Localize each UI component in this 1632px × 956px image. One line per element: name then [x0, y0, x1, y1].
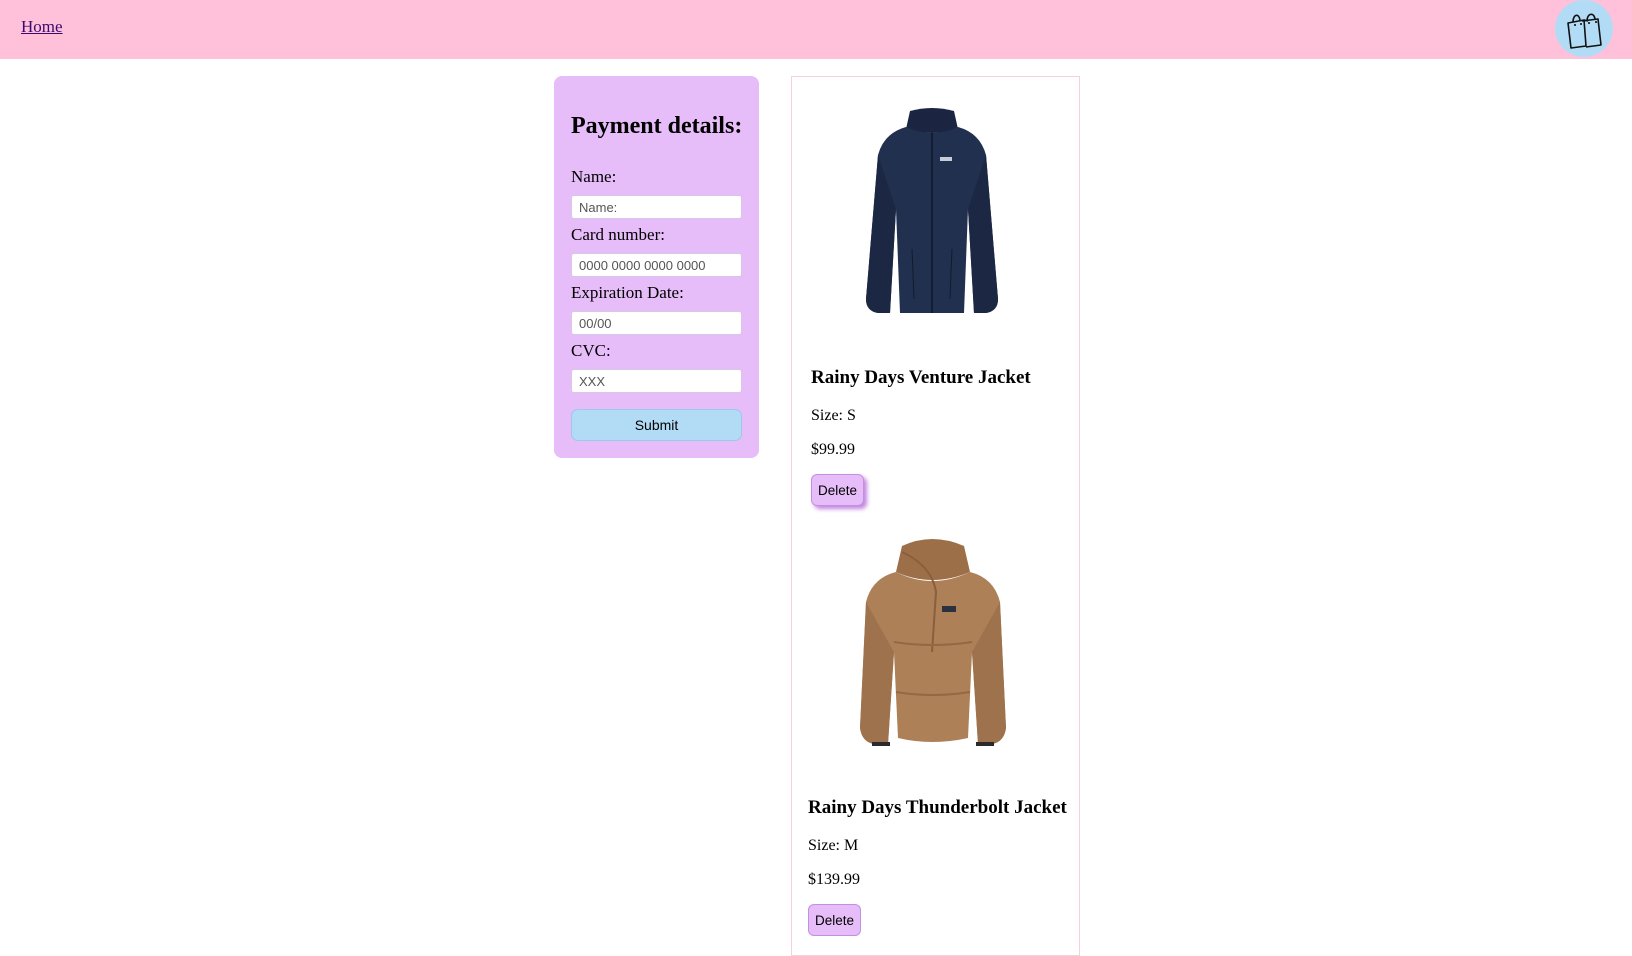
product-size: Size: M — [808, 837, 859, 854]
navy-fleece-jacket-image — [866, 108, 998, 313]
top-navigation-bar: Home — [0, 0, 1632, 59]
cart-items-list: Rainy Days Venture Jacket Size: S $99.99… — [791, 76, 1080, 956]
brown-sherpa-jacket-image — [860, 539, 1006, 746]
delete-item-button[interactable]: Delete — [808, 904, 862, 936]
product-price: $139.99 — [808, 871, 860, 888]
payment-details-panel: Payment details: Name: Card number: Expi… — [554, 76, 759, 458]
expiration-date-input[interactable] — [571, 311, 742, 335]
cart-button[interactable] — [1555, 0, 1613, 57]
delete-item-button[interactable]: Delete — [811, 474, 865, 506]
expiration-date-label: Expiration Date: — [571, 283, 684, 302]
cvc-input[interactable] — [571, 369, 742, 393]
submit-button[interactable]: Submit — [571, 409, 742, 441]
name-input[interactable] — [571, 195, 742, 219]
product-name: Rainy Days Venture Jacket — [811, 367, 1031, 388]
cvc-label: CVC: — [571, 341, 611, 360]
name-label: Name: — [571, 167, 617, 186]
card-number-input[interactable] — [571, 253, 742, 277]
payment-title: Payment details: — [571, 113, 743, 139]
home-link[interactable]: Home — [21, 17, 63, 37]
product-size: Size: S — [811, 407, 856, 424]
product-name: Rainy Days Thunderbolt Jacket — [808, 797, 1067, 818]
card-number-label: Card number: — [571, 225, 665, 244]
product-price: $99.99 — [811, 441, 855, 458]
shopping-bags-icon — [1567, 13, 1602, 49]
